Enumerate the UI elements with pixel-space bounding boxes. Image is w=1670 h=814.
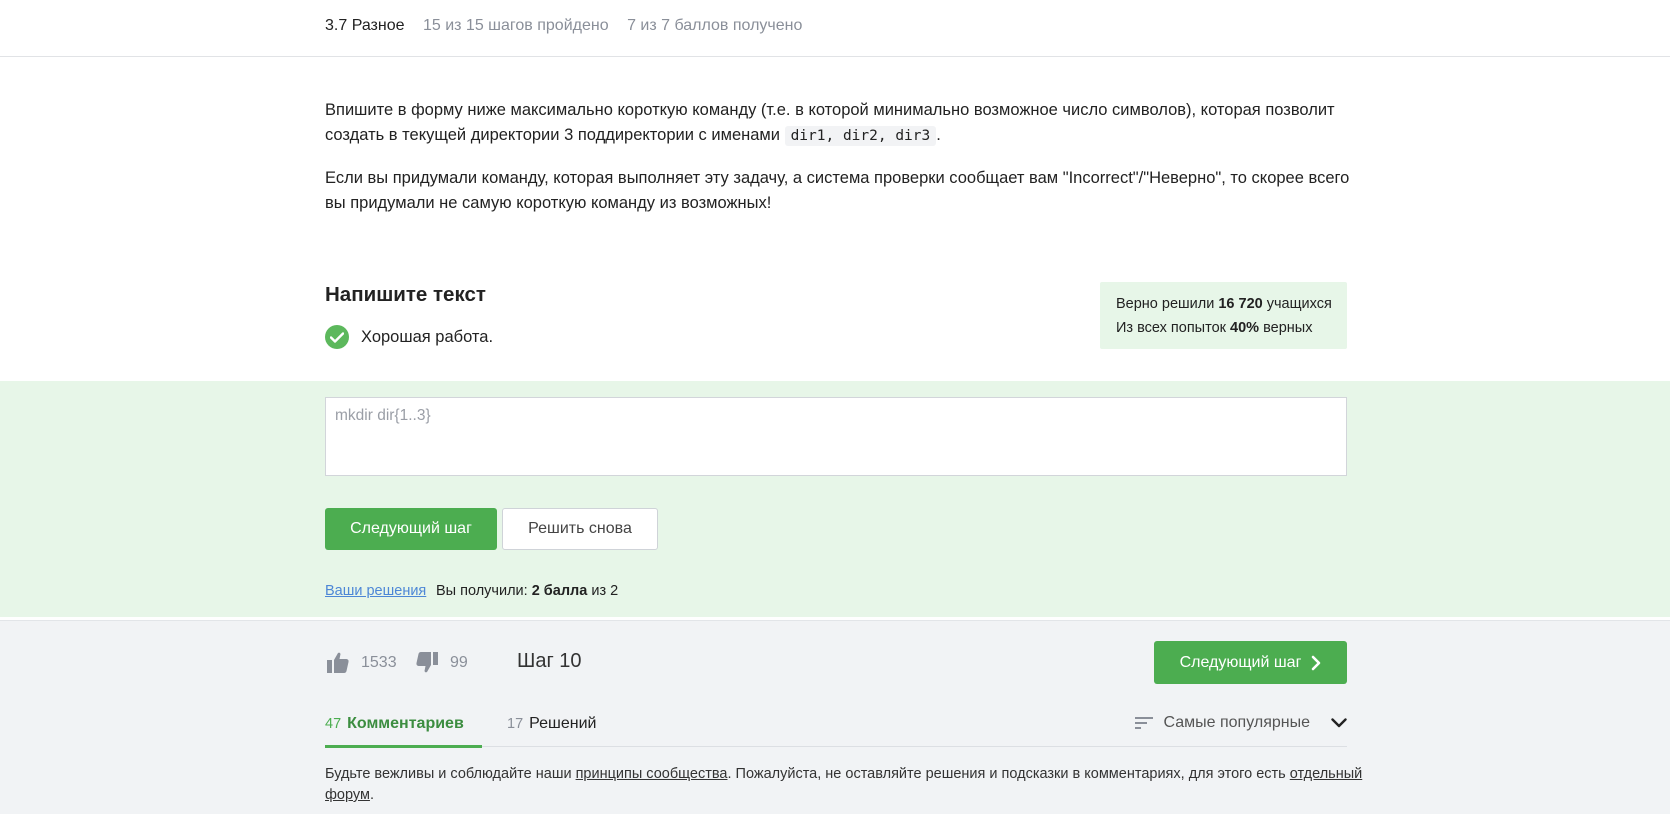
- score-text: Вы получили: 2 балла из 2: [436, 583, 618, 599]
- tab-comments[interactable]: 47 Комментариев: [325, 715, 464, 733]
- stats-attempts-label: Из всех попыток: [1116, 320, 1231, 336]
- rules-text-3: .: [369, 787, 374, 803]
- solutions-label: Решений: [529, 715, 597, 732]
- quiz-title: Напишите текст: [325, 283, 486, 306]
- sort-label: Самые популярные: [1163, 714, 1310, 731]
- dislike-count: 99: [450, 653, 468, 671]
- sort-dropdown[interactable]: Самые популярные: [1134, 714, 1347, 732]
- active-tab-indicator: [325, 745, 482, 748]
- score-value: 2 балла: [531, 583, 588, 599]
- task-paragraph-1: Впишите в форму ниже максимально коротку…: [325, 98, 1355, 149]
- check-circle-icon: [325, 325, 349, 349]
- chevron-down-icon: [1331, 718, 1347, 728]
- step-number: Шаг 10: [517, 650, 582, 672]
- dislike-button[interactable]: 99: [416, 652, 468, 673]
- stats-solved: Верно решили 16 720 учащихся: [1116, 292, 1347, 316]
- next-step-button[interactable]: Следующий шаг: [325, 508, 497, 550]
- thumbs-up-icon: [327, 652, 349, 673]
- like-count: 1533: [361, 653, 397, 671]
- retry-button[interactable]: Решить снова: [502, 508, 658, 550]
- footer-next-step-button[interactable]: Следующий шаг: [1154, 641, 1347, 684]
- rules-text-1: Будьте вежливы и соблюдайте наши: [325, 766, 576, 782]
- thumbs-down-icon: [416, 652, 438, 673]
- lesson-title[interactable]: 3.7 Разное: [325, 17, 405, 34]
- score-label: Вы получили:: [436, 583, 532, 599]
- solutions-count: 17: [507, 716, 524, 732]
- comments-label: Комментариев: [347, 715, 464, 732]
- discussion-tabs: 47 Комментариев 17 Решений Самые популярны…: [325, 713, 1347, 748]
- task-code: dir1, dir2, dir3: [784, 126, 937, 146]
- like-button[interactable]: 1533: [327, 652, 397, 673]
- solve-stats: Верно решили 16 720 учащихся Из всех поп…: [1100, 282, 1347, 349]
- stats-attempts-percent: 40%: [1230, 320, 1260, 336]
- lesson-header: 3.7 Разное 15 из 15 шагов пройдено 7 из …: [0, 0, 1670, 57]
- community-rules-note: Будьте вежливы и соблюдайте наши принцип…: [325, 764, 1365, 806]
- footer-next-step-label: Следующий шаг: [1179, 653, 1302, 671]
- your-solutions-link[interactable]: Ваши решения: [325, 583, 426, 599]
- lesson-progress: 3.7 Разное 15 из 15 шагов пройдено 7 из …: [325, 17, 802, 35]
- stats-attempts: Из всех попыток 40% верных: [1116, 316, 1347, 340]
- rules-text-2: . Пожалуйста, не оставляйте решения и по…: [727, 766, 1290, 782]
- task-paragraph-2: Если вы придумали команду, которая выпол…: [325, 169, 1350, 212]
- points-progress: 7 из 7 баллов получено: [627, 17, 803, 34]
- sort-icon: [1134, 717, 1153, 729]
- stats-solved-count: 16 720: [1218, 296, 1263, 312]
- stats-solved-suffix: учащихся: [1262, 296, 1332, 312]
- task-text-end: .: [936, 126, 941, 144]
- quiz-feedback: Хорошая работа.: [325, 325, 493, 349]
- comments-count: 47: [325, 716, 342, 732]
- community-guidelines-link[interactable]: принципы сообщества: [576, 766, 728, 782]
- answer-textarea[interactable]: mkdir dir{1..3}: [325, 397, 1347, 476]
- steps-progress: 15 из 15 шагов пройдено: [422, 17, 609, 34]
- tab-solutions[interactable]: 17 Решений: [507, 715, 596, 733]
- chevron-right-icon: [1312, 655, 1321, 670]
- score-total: из 2: [587, 583, 619, 599]
- feedback-text: Хорошая работа.: [361, 327, 494, 346]
- stats-solved-label: Верно решили: [1116, 296, 1219, 312]
- stats-attempts-suffix: верных: [1259, 320, 1313, 336]
